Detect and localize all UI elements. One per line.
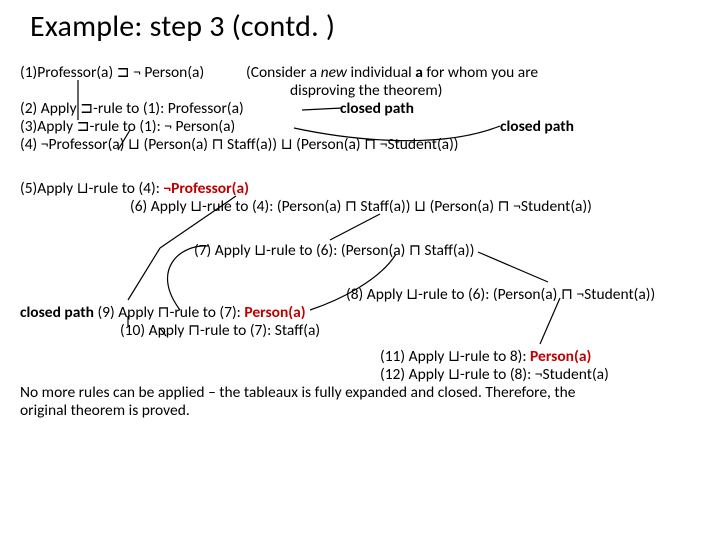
step-10: (10) Apply ⊓-rule to (7): Staff(a) <box>120 322 320 341</box>
step-11b: Person(a) <box>530 347 591 366</box>
step-1c: disproving the theorem) <box>290 82 442 101</box>
step-4: (4) ¬Professor(a) ⊔ (Person(a) ⊓ Staff(a… <box>20 136 459 155</box>
step-9: (9) Apply ⊓-rule to (7): <box>94 303 244 322</box>
step-2-closed: closed path <box>340 100 414 119</box>
slide-title: Example: step 3 (contd. ) <box>30 8 335 45</box>
step-3a: (3)Apply ⊐-rule to (1): ¬ Person(a) <box>20 118 235 137</box>
step-5: (5)Apply ⊔-rule to (4): ¬Professor(a) <box>20 180 249 199</box>
step-1b-mid: individual <box>347 63 415 82</box>
step-1b-new: new <box>321 63 347 82</box>
step-2a: (2) Apply ⊐-rule to (1): Professor(a) <box>20 100 244 119</box>
conclusion-1: No more rules can be applied – the table… <box>20 384 700 403</box>
step-5a: (5)Apply ⊔-rule to (4): <box>20 179 163 198</box>
step-11a: (11) Apply ⊔-rule to 8): <box>380 347 530 366</box>
step-11-row: (11) Apply ⊔-rule to 8): Person(a) <box>380 348 591 367</box>
step-12: (12) Apply ⊔-rule to (8): ¬Student(a) <box>380 366 609 385</box>
step-9b: Person(a) <box>244 303 305 322</box>
step-1b-post: for whom you are <box>423 63 538 82</box>
step-7: (7) Apply ⊔-rule to (6): (Person(a) ⊓ St… <box>194 242 474 261</box>
step-1b: (Consider a new individual a for whom yo… <box>246 64 538 83</box>
step-8: (8) Apply ⊔-rule to (6): (Person(a) ⊓ ¬S… <box>346 286 655 305</box>
step-9-row: closed path (9) Apply ⊓-rule to (7): Per… <box>20 304 306 323</box>
step-9-closed: closed path <box>20 303 94 322</box>
step-6: (6) Apply ⊔-rule to (4): (Person(a) ⊓ St… <box>130 198 592 217</box>
step-5b: ¬Professor(a) <box>163 179 249 198</box>
step-1a: (1)Professor(a) ⊐ ¬ Person(a) <box>20 64 204 83</box>
step-3-closed: closed path <box>500 118 574 137</box>
step-1b-pre: (Consider a <box>246 63 321 82</box>
conclusion-2: original theorem is proved. <box>20 402 190 421</box>
step-1b-a: a <box>415 63 423 82</box>
